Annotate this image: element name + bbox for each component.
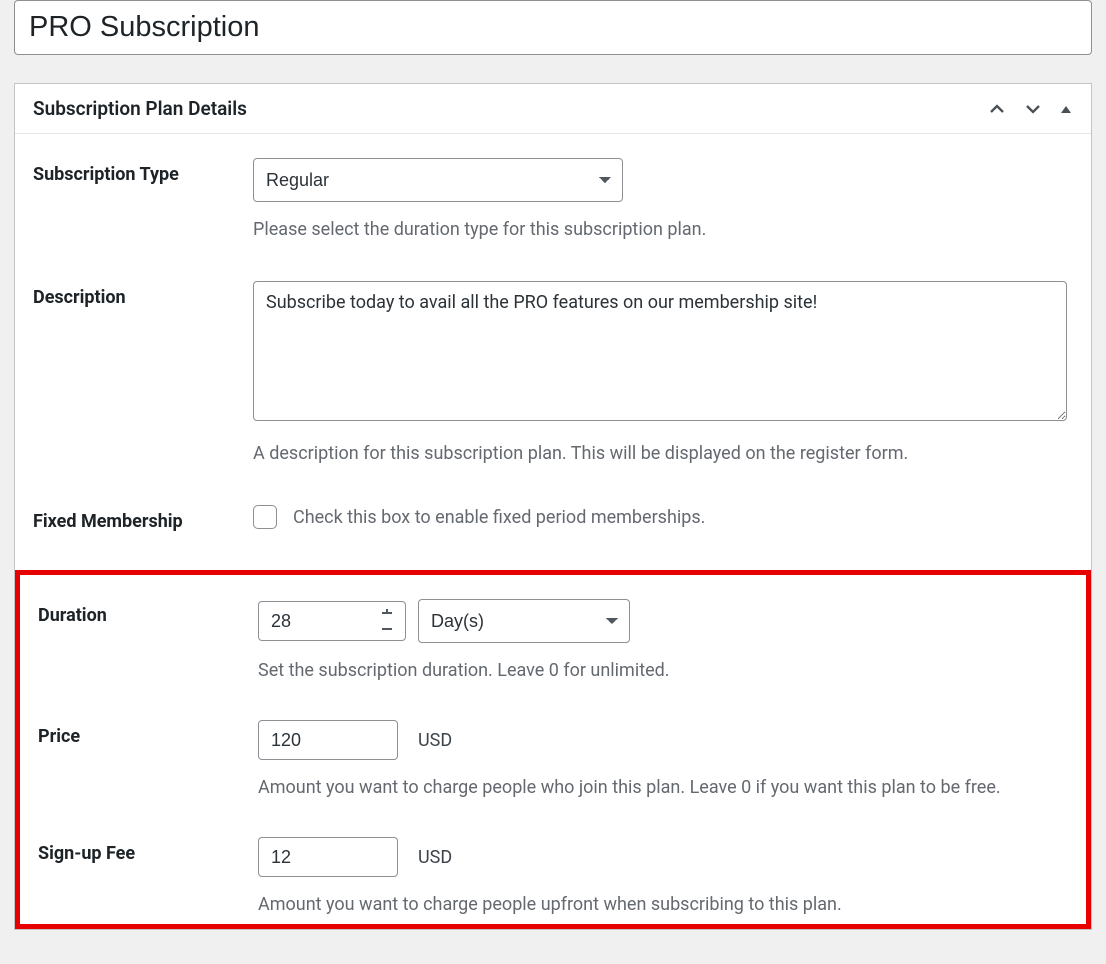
metabox-body: Subscription Type Regular Please select … <box>15 134 1091 929</box>
metabox-handles <box>987 99 1073 119</box>
metabox-header: Subscription Plan Details <box>15 84 1091 134</box>
signup-fee-content: USD Amount you want to charge people upf… <box>258 837 1068 918</box>
triangle-up-icon <box>1059 102 1073 116</box>
price-help: Amount you want to charge people who joi… <box>258 774 1068 801</box>
metabox-title: Subscription Plan Details <box>33 97 247 120</box>
metabox-move-down-button[interactable] <box>1023 99 1043 119</box>
title-input[interactable] <box>15 1 1091 54</box>
metabox-toggle-button[interactable] <box>1059 102 1073 116</box>
subscription-type-select[interactable]: Regular <box>253 158 623 202</box>
fixed-membership-checkbox-line: Check this box to enable fixed period me… <box>253 505 1073 529</box>
subscription-type-field: Subscription Type Regular Please select … <box>15 158 1091 243</box>
duration-inputs: Day(s) <box>258 599 1068 643</box>
duration-unit-select[interactable]: Day(s) <box>418 599 630 643</box>
signup-fee-currency: USD <box>418 847 452 868</box>
price-input[interactable] <box>258 720 398 760</box>
duration-label: Duration <box>38 599 258 626</box>
description-label: Description <box>33 281 253 308</box>
fixed-membership-checkbox[interactable] <box>253 505 277 529</box>
subscription-type-help: Please select the duration type for this… <box>253 216 1073 243</box>
duration-input[interactable] <box>258 601 406 641</box>
signup-fee-input[interactable] <box>258 837 398 877</box>
description-content: Subscribe today to avail all the PRO fea… <box>253 281 1073 467</box>
price-content: USD Amount you want to charge people who… <box>258 720 1068 801</box>
price-inputs: USD <box>258 720 1068 760</box>
subscription-type-content: Regular Please select the duration type … <box>253 158 1073 243</box>
signup-fee-inputs: USD <box>258 837 1068 877</box>
description-textarea[interactable]: Subscribe today to avail all the PRO fea… <box>253 281 1067 421</box>
fixed-membership-field: Fixed Membership Check this box to enabl… <box>15 505 1091 532</box>
chevron-down-icon <box>1023 99 1043 119</box>
highlighted-section: Duration Day(s) Set the subscription dur… <box>15 570 1091 929</box>
duration-field: Duration Day(s) Set the subscription dur… <box>20 599 1086 684</box>
duration-content: Day(s) Set the subscription duration. Le… <box>258 599 1068 684</box>
chevron-up-icon <box>987 99 1007 119</box>
duration-help: Set the subscription duration. Leave 0 f… <box>258 657 1068 684</box>
page-title-wrap <box>14 0 1092 55</box>
subscription-plan-details-metabox: Subscription Plan Details Subscription T… <box>14 83 1092 930</box>
fixed-membership-content: Check this box to enable fixed period me… <box>253 505 1073 529</box>
description-help: A description for this subscription plan… <box>253 440 1073 467</box>
metabox-move-up-button[interactable] <box>987 99 1007 119</box>
price-field: Price USD Amount you want to charge peop… <box>20 720 1086 801</box>
description-field: Description Subscribe today to avail all… <box>15 281 1091 467</box>
price-currency: USD <box>418 730 452 751</box>
signup-fee-help: Amount you want to charge people upfront… <box>258 891 1068 918</box>
signup-fee-label: Sign-up Fee <box>38 837 258 864</box>
signup-fee-field: Sign-up Fee USD Amount you want to charg… <box>20 837 1086 918</box>
fixed-membership-label: Fixed Membership <box>33 505 253 532</box>
fixed-membership-help: Check this box to enable fixed period me… <box>293 507 705 528</box>
subscription-type-label: Subscription Type <box>33 158 253 185</box>
price-label: Price <box>38 720 258 747</box>
